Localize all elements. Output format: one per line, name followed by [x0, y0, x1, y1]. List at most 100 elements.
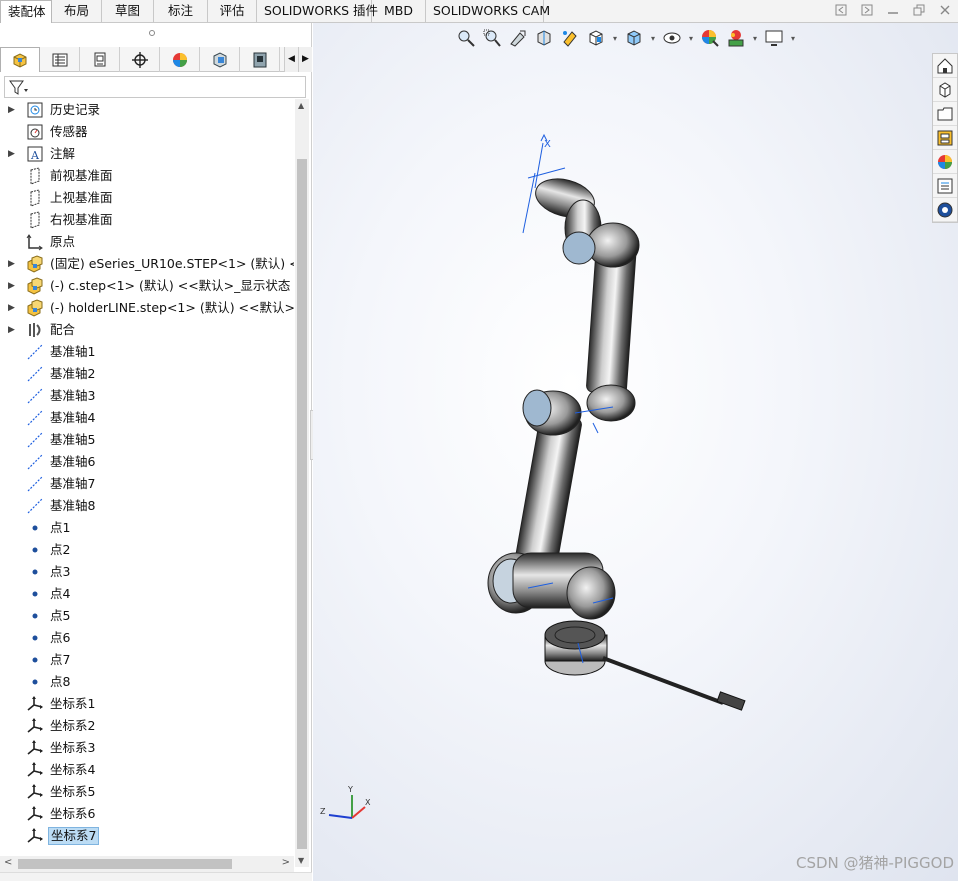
chevron-down-icon[interactable]: ▾ [751, 34, 759, 43]
scroll-right-arrow-icon[interactable]: > [282, 857, 290, 868]
pane-grip[interactable] [149, 30, 155, 36]
tab-layout[interactable]: 布局 [52, 0, 102, 23]
tree-item[interactable]: 基准轴7 [0, 473, 294, 495]
annotation-icon: A [26, 145, 44, 163]
scroll-thumb[interactable] [297, 159, 307, 849]
scroll-left-icon[interactable]: ◀ [284, 47, 298, 72]
tree-item[interactable]: 坐标系2 [0, 715, 294, 737]
section-view-icon[interactable] [533, 27, 555, 49]
tree-item[interactable]: 基准轴8 [0, 495, 294, 517]
previous-view-icon[interactable] [507, 27, 529, 49]
featuremanager-icon[interactable] [0, 47, 40, 72]
hide-show-icon[interactable] [661, 27, 683, 49]
cam-feature-icon[interactable] [200, 47, 240, 72]
restore-icon[interactable] [912, 3, 926, 17]
minimize-icon[interactable] [886, 3, 900, 17]
tree-item[interactable]: 点2 [0, 539, 294, 561]
tree-item[interactable]: 点3 [0, 561, 294, 583]
tree-item[interactable]: 点1 [0, 517, 294, 539]
tree-item[interactable]: 前视基准面 [0, 165, 294, 187]
tab-markup[interactable]: 标注 [154, 0, 208, 23]
tree-item[interactable]: 上视基准面 [0, 187, 294, 209]
tree-item[interactable]: 点7 [0, 649, 294, 671]
pane-bottom-grip[interactable] [0, 872, 312, 881]
dynamic-annotation-icon[interactable] [559, 27, 581, 49]
solidworks-forum-icon[interactable] [933, 198, 957, 222]
display-style-icon[interactable] [623, 27, 645, 49]
tree-horizontal-scrollbar[interactable]: < > [0, 856, 294, 872]
tree-item[interactable]: 坐标系1 [0, 693, 294, 715]
edit-appearance-icon[interactable] [699, 27, 721, 49]
tree-item[interactable]: 点6 [0, 627, 294, 649]
robot-arm-model[interactable]: X [313, 23, 958, 881]
tree-item[interactable]: ▶ 历史记录 [0, 99, 294, 121]
custom-properties-icon[interactable] [933, 174, 957, 198]
displaymanager-icon[interactable] [160, 47, 200, 72]
tab-assembly[interactable]: 装配体 [0, 0, 52, 23]
tree-filter[interactable] [4, 76, 306, 98]
file-explorer-icon[interactable] [933, 102, 957, 126]
chevron-down-icon[interactable]: ▾ [611, 34, 619, 43]
expand-arrow-icon[interactable]: ▶ [8, 105, 16, 115]
tree-item[interactable]: 右视基准面 [0, 209, 294, 231]
tree-item[interactable]: 基准轴5 [0, 429, 294, 451]
filter-icon[interactable] [8, 79, 30, 97]
apply-scene-icon[interactable] [725, 27, 747, 49]
chevron-down-icon[interactable]: ▾ [789, 34, 797, 43]
tree-item[interactable]: 点4 [0, 583, 294, 605]
tree-item[interactable]: 坐标系6 [0, 803, 294, 825]
tree-item[interactable]: 传感器 [0, 121, 294, 143]
expand-arrow-icon[interactable]: ▶ [8, 303, 16, 313]
close-icon[interactable] [938, 3, 952, 17]
tree-item[interactable]: ▶ (-) c.step<1> (默认) <<默认>_显示状态 1> [0, 275, 294, 297]
propertymanager-icon[interactable] [40, 47, 80, 72]
tab-addins[interactable]: SOLIDWORKS 插件 [257, 0, 378, 23]
tab-cam[interactable]: SOLIDWORKS CAM [426, 0, 550, 23]
tree-item[interactable]: 坐标系5 [0, 781, 294, 803]
tree-item[interactable]: 坐标系3 [0, 737, 294, 759]
tab-evaluate[interactable]: 评估 [208, 0, 257, 23]
tree-item[interactable]: ▶ A 注解 [0, 143, 294, 165]
scroll-right-icon[interactable]: ▶ [298, 47, 312, 72]
cam-operation-icon[interactable] [240, 47, 280, 72]
scroll-down-icon[interactable]: ▼ [298, 856, 304, 865]
scroll-left-arrow-icon[interactable]: < [4, 857, 12, 868]
tree-item[interactable]: 坐标系7 [0, 825, 294, 847]
tree-item[interactable]: 基准轴6 [0, 451, 294, 473]
tree-item[interactable]: 点8 [0, 671, 294, 693]
chevron-down-icon[interactable]: ▾ [649, 34, 657, 43]
expand-arrow-icon[interactable]: ▶ [8, 149, 16, 159]
zoom-to-fit-icon[interactable] [455, 27, 477, 49]
tree-item[interactable]: 基准轴4 [0, 407, 294, 429]
zoom-to-area-icon[interactable] [481, 27, 503, 49]
tree-item[interactable]: ▶ (-) holderLINE.step<1> (默认) <<默认>_显 [0, 297, 294, 319]
view-settings-icon[interactable] [763, 27, 785, 49]
expand-arrow-icon[interactable]: ▶ [8, 259, 16, 269]
tree-item[interactable]: 基准轴3 [0, 385, 294, 407]
view-orientation-icon[interactable] [585, 27, 607, 49]
tree-vertical-scrollbar[interactable]: ▲ ▼ [295, 99, 309, 867]
tree-item[interactable]: 坐标系4 [0, 759, 294, 781]
tree-item[interactable]: 原点 [0, 231, 294, 253]
chevron-down-icon[interactable]: ▾ [687, 34, 695, 43]
view-palette-icon[interactable] [933, 126, 957, 150]
tree-item[interactable]: 基准轴1 [0, 341, 294, 363]
tree-item[interactable]: 点5 [0, 605, 294, 627]
tab-sketch[interactable]: 草图 [102, 0, 154, 23]
design-library-icon[interactable] [933, 78, 957, 102]
dimxpert-icon[interactable] [120, 47, 160, 72]
tree-item[interactable]: ▶ (固定) eSeries_UR10e.STEP<1> (默认) <显示 [0, 253, 294, 275]
tab-mbd[interactable]: MBD [372, 0, 426, 23]
appearances-icon[interactable] [933, 150, 957, 174]
prev-icon[interactable] [834, 3, 848, 17]
expand-arrow-icon[interactable]: ▶ [8, 281, 16, 291]
scroll-up-icon[interactable]: ▲ [298, 101, 304, 110]
expand-arrow-icon[interactable]: ▶ [8, 325, 16, 335]
home-icon[interactable] [933, 54, 957, 78]
tree-item[interactable]: ▶ 配合 [0, 319, 294, 341]
configurationmanager-icon[interactable] [80, 47, 120, 72]
scroll-thumb-horizontal[interactable] [18, 859, 232, 869]
graphics-area[interactable]: X ▾ ▾ ▾ ▾ ▾ Y X Z CSDN @猪神-PIGGOD [313, 23, 958, 881]
tree-item[interactable]: 基准轴2 [0, 363, 294, 385]
next-icon[interactable] [860, 3, 874, 17]
